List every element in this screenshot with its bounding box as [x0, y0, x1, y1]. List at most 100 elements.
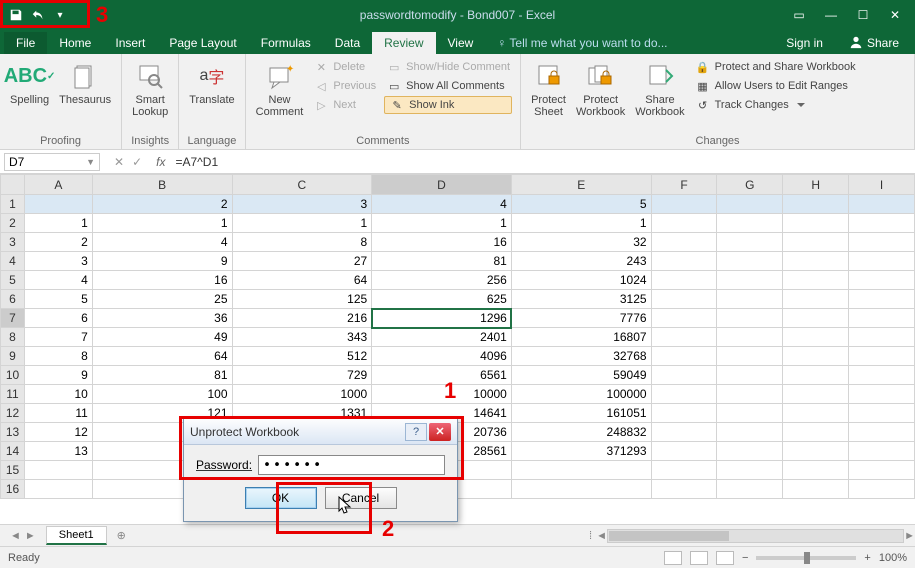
showall-comments-button[interactable]: ▭Show All Comments [384, 77, 512, 95]
cell[interactable]: 2 [92, 195, 232, 214]
cell[interactable] [717, 309, 783, 328]
tab-review[interactable]: Review [372, 32, 435, 54]
cell[interactable] [849, 328, 915, 347]
cell[interactable] [849, 442, 915, 461]
cell[interactable] [783, 442, 849, 461]
cell[interactable]: 1 [372, 214, 512, 233]
row-header[interactable]: 14 [1, 442, 25, 461]
dialog-help-icon[interactable]: ? [405, 423, 427, 441]
cell[interactable]: 100 [92, 385, 232, 404]
cell[interactable]: 4 [372, 195, 512, 214]
row-header[interactable]: 9 [1, 347, 25, 366]
cell[interactable]: 9 [92, 252, 232, 271]
cell[interactable] [849, 366, 915, 385]
cell[interactable]: 4096 [372, 347, 512, 366]
minimize-icon[interactable]: — [821, 8, 841, 22]
cell[interactable]: 216 [232, 309, 372, 328]
cell[interactable]: 1024 [511, 271, 651, 290]
cell[interactable]: 161051 [511, 404, 651, 423]
cell[interactable] [651, 404, 717, 423]
cell[interactable]: 1000 [232, 385, 372, 404]
cell[interactable]: 343 [232, 328, 372, 347]
track-changes-button[interactable]: ↺Track Changes [693, 96, 858, 114]
cell[interactable] [651, 271, 717, 290]
tab-page-layout[interactable]: Page Layout [157, 32, 248, 54]
formula-input[interactable]: =A7^D1 [169, 153, 915, 171]
cell[interactable]: 27 [232, 252, 372, 271]
cell[interactable]: 8 [24, 347, 92, 366]
show-ink-button[interactable]: ✎Show Ink [384, 96, 512, 114]
tell-me-search[interactable]: ♀ Tell me what you want to do... [485, 32, 679, 54]
cell[interactable]: 13 [24, 442, 92, 461]
cell[interactable]: 11 [24, 404, 92, 423]
tab-home[interactable]: Home [47, 32, 103, 54]
cell[interactable]: 7 [24, 328, 92, 347]
cell[interactable] [849, 195, 915, 214]
cell[interactable] [783, 480, 849, 499]
cell[interactable]: 12 [24, 423, 92, 442]
close-icon[interactable]: ✕ [885, 8, 905, 22]
cell[interactable]: 16 [372, 233, 512, 252]
cell[interactable] [717, 385, 783, 404]
cell[interactable]: 1296 [372, 309, 512, 328]
cell[interactable]: 5 [24, 290, 92, 309]
cell[interactable]: 8 [232, 233, 372, 252]
cell[interactable] [717, 461, 783, 480]
sheet-tab-sheet1[interactable]: Sheet1 [46, 526, 107, 545]
cell[interactable]: 59049 [511, 366, 651, 385]
enter-formula-icon[interactable]: ✓ [132, 155, 142, 169]
cell[interactable] [783, 309, 849, 328]
cell[interactable]: 100000 [511, 385, 651, 404]
password-input[interactable] [258, 455, 445, 475]
cell[interactable] [783, 195, 849, 214]
tab-data[interactable]: Data [323, 32, 372, 54]
tab-insert[interactable]: Insert [103, 32, 157, 54]
cell[interactable] [651, 233, 717, 252]
select-all-corner[interactable] [1, 175, 25, 195]
cell[interactable]: 1 [24, 214, 92, 233]
cell[interactable] [651, 480, 717, 499]
row-header[interactable]: 7 [1, 309, 25, 328]
fx-icon[interactable]: fx [152, 155, 169, 169]
cell[interactable] [717, 195, 783, 214]
cell[interactable]: 2401 [372, 328, 512, 347]
cell[interactable] [717, 290, 783, 309]
cell[interactable] [717, 423, 783, 442]
col-header-G[interactable]: G [717, 175, 783, 195]
cell[interactable] [651, 195, 717, 214]
cell[interactable] [717, 214, 783, 233]
cell[interactable] [849, 233, 915, 252]
allow-edit-ranges-button[interactable]: ▦Allow Users to Edit Ranges [693, 77, 858, 95]
row-header[interactable]: 13 [1, 423, 25, 442]
cell[interactable] [717, 347, 783, 366]
cancel-button[interactable]: Cancel [325, 487, 397, 509]
cell[interactable]: 3 [232, 195, 372, 214]
scroll-left-icon[interactable]: ◄ [596, 530, 607, 542]
cell[interactable] [783, 366, 849, 385]
cell[interactable]: 36 [92, 309, 232, 328]
protect-share-workbook-button[interactable]: 🔒Protect and Share Workbook [693, 58, 858, 76]
cell[interactable]: 49 [92, 328, 232, 347]
cell[interactable] [849, 252, 915, 271]
ok-button[interactable]: OK [245, 487, 317, 509]
col-header-I[interactable]: I [849, 175, 915, 195]
cell[interactable] [24, 195, 92, 214]
row-header[interactable]: 1 [1, 195, 25, 214]
cell[interactable]: 256 [372, 271, 512, 290]
cell[interactable] [717, 252, 783, 271]
cell[interactable] [783, 347, 849, 366]
cell[interactable] [651, 366, 717, 385]
cell[interactable]: 64 [92, 347, 232, 366]
cell[interactable] [849, 404, 915, 423]
cell[interactable] [849, 347, 915, 366]
cell[interactable]: 32768 [511, 347, 651, 366]
row-header[interactable]: 2 [1, 214, 25, 233]
tab-formulas[interactable]: Formulas [249, 32, 323, 54]
cell[interactable] [651, 252, 717, 271]
share-workbook-button[interactable]: Share Workbook [633, 58, 686, 120]
signin-link[interactable]: Sign in [774, 32, 835, 54]
cell[interactable] [783, 404, 849, 423]
cell[interactable] [651, 385, 717, 404]
col-header-E[interactable]: E [511, 175, 651, 195]
save-icon[interactable] [6, 5, 26, 25]
